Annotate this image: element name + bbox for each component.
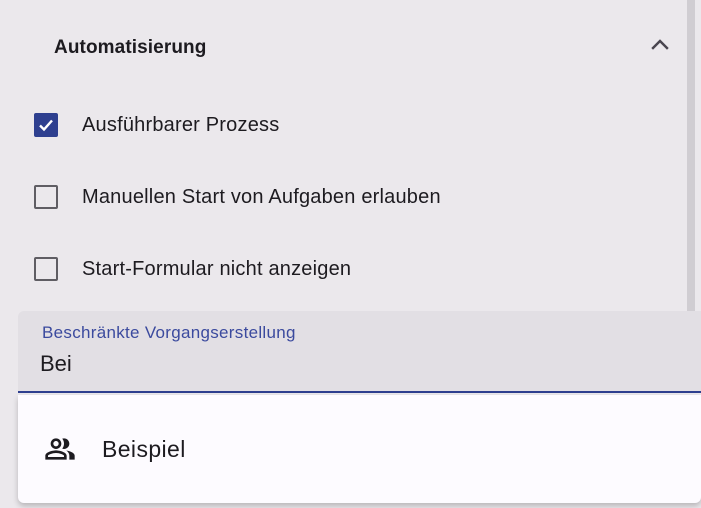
checkbox-box[interactable]	[34, 257, 58, 281]
group-icon	[45, 438, 75, 460]
settings-panel: Automatisierung Ausführbarer Prozess Man…	[0, 0, 701, 508]
chevron-up-icon	[651, 39, 669, 50]
checkbox-label: Manuellen Start von Aufgaben erlauben	[82, 185, 441, 208]
autocomplete-option[interactable]: Beispiel	[18, 417, 701, 481]
checkbox-label: Ausführbarer Prozess	[82, 113, 280, 136]
checkbox-manual-start[interactable]: Manuellen Start von Aufgaben erlauben	[34, 182, 441, 212]
checkbox-box[interactable]	[34, 185, 58, 209]
checkmark-icon	[39, 119, 53, 132]
automation-section-header[interactable]: Automatisierung	[0, 18, 687, 78]
autocomplete-menu: Beispiel	[18, 395, 701, 503]
checkbox-executable-process[interactable]: Ausführbarer Prozess	[34, 110, 279, 140]
checkbox-hide-start-form[interactable]: Start-Formular nicht anzeigen	[34, 254, 351, 284]
collapse-button[interactable]	[645, 31, 675, 57]
option-label: Beispiel	[102, 435, 186, 462]
restricted-creation-field[interactable]: Beschränkte Vorgangserstellung	[18, 311, 701, 393]
checkbox-box[interactable]	[34, 113, 58, 137]
section-title: Automatisierung	[54, 37, 207, 58]
checkbox-label: Start-Formular nicht anzeigen	[82, 257, 352, 280]
restricted-creation-input[interactable]	[40, 349, 640, 379]
field-label: Beschränkte Vorgangserstellung	[42, 323, 296, 342]
